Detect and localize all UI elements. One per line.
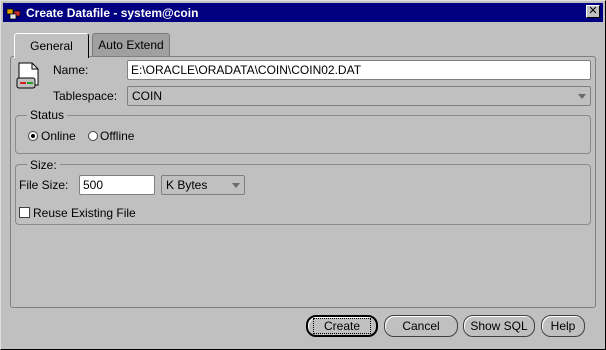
show-sql-button[interactable]: Show SQL bbox=[463, 315, 535, 337]
window-title: Create Datafile - system@coin bbox=[26, 5, 199, 20]
file-size-input[interactable] bbox=[79, 175, 155, 195]
create-button-label: Create bbox=[312, 318, 372, 334]
online-radio-label[interactable]: Online bbox=[41, 129, 76, 143]
cancel-button[interactable]: Cancel bbox=[384, 315, 458, 337]
tablespace-select[interactable]: COIN bbox=[127, 86, 591, 106]
tab-auto-extend[interactable]: Auto Extend bbox=[92, 33, 170, 56]
datafile-document-icon bbox=[16, 61, 42, 91]
reuse-existing-file-checkbox[interactable] bbox=[19, 207, 30, 218]
tab-general-label: General bbox=[30, 39, 73, 53]
title-bar[interactable]: Create Datafile - system@coin ✕ bbox=[3, 3, 603, 22]
online-radio[interactable] bbox=[28, 131, 38, 141]
offline-radio[interactable] bbox=[88, 131, 98, 141]
name-input[interactable] bbox=[127, 60, 591, 80]
tablespace-label: Tablespace: bbox=[53, 89, 118, 103]
chevron-down-icon bbox=[232, 183, 240, 188]
file-size-label: File Size: bbox=[19, 178, 69, 192]
status-group-label: Status bbox=[27, 108, 68, 122]
tab-auto-extend-label: Auto Extend bbox=[98, 38, 164, 52]
size-group-label: Size: bbox=[27, 158, 60, 172]
help-button-label: Help bbox=[550, 319, 576, 333]
oracle-app-icon bbox=[6, 6, 22, 20]
tab-general[interactable]: General bbox=[14, 33, 89, 58]
cancel-button-label: Cancel bbox=[402, 319, 440, 333]
tablespace-value: COIN bbox=[132, 89, 162, 103]
size-unit-value: K Bytes bbox=[166, 178, 208, 192]
create-button[interactable]: Create bbox=[306, 315, 378, 337]
help-button[interactable]: Help bbox=[541, 315, 585, 337]
show-sql-button-label: Show SQL bbox=[470, 319, 528, 333]
chevron-down-icon bbox=[578, 94, 586, 99]
close-button[interactable]: ✕ bbox=[586, 5, 600, 18]
close-icon: ✕ bbox=[588, 5, 598, 17]
create-datafile-dialog: Create Datafile - system@coin ✕ General … bbox=[0, 0, 606, 350]
offline-radio-label[interactable]: Offline bbox=[100, 129, 134, 143]
size-unit-select[interactable]: K Bytes bbox=[161, 175, 245, 195]
reuse-existing-file-label[interactable]: Reuse Existing File bbox=[33, 206, 136, 220]
name-label: Name: bbox=[53, 63, 89, 77]
